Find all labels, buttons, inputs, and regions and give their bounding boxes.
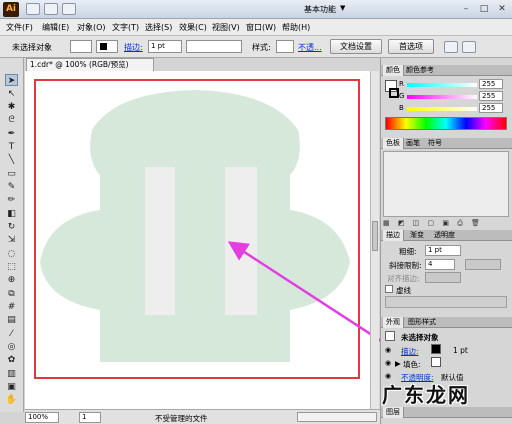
tab-color[interactable]: 颜色 — [383, 65, 404, 76]
appearance-panel-tabs: 外观 图形样式 — [381, 317, 512, 328]
align-stroke-label: 对齐描边: — [387, 274, 420, 283]
scroll-thumb[interactable] — [372, 221, 378, 251]
horizontal-scrollbar[interactable] — [297, 412, 377, 422]
miter-label: 斜接限制: — [389, 261, 422, 270]
color-panel-tabs: 颜色 颜色参考 — [381, 65, 512, 76]
appearance-title: 未选择对象 — [401, 333, 439, 342]
channel-b-value[interactable]: 255 — [479, 103, 503, 113]
fill-expand-icon[interactable]: ▶ — [395, 359, 401, 368]
channel-r-label: R — [399, 80, 404, 88]
appearance-fill-swatch[interactable] — [431, 357, 441, 367]
dash-fields[interactable] — [385, 296, 507, 308]
appearance-stroke-link[interactable]: 描边: — [401, 346, 419, 357]
watermark: 广东龙网 — [382, 383, 470, 407]
align-stroke-buttons[interactable] — [425, 272, 461, 283]
appearance-thumbnail — [385, 331, 395, 341]
status-message: 不受管理的文件 — [155, 414, 208, 423]
appearance-fill-label: 填色: — [403, 360, 421, 369]
tab-color-guide[interactable]: 颜色参考 — [403, 65, 437, 76]
miter-input[interactable]: 4 — [425, 259, 455, 270]
cap-buttons[interactable] — [465, 259, 501, 270]
swatch-panel-tabs: 色板 画笔 符号 — [381, 138, 512, 149]
color-spectrum[interactable] — [385, 117, 507, 130]
channel-r-slider[interactable] — [407, 83, 477, 87]
weight-label: 粗细: — [399, 247, 417, 256]
tab-swatches[interactable]: 色板 — [383, 138, 404, 149]
appearance-stroke-value: 1 pt — [453, 346, 468, 355]
stroke-visibility-eye-icon[interactable]: ◉ — [385, 346, 393, 354]
vertical-scrollbar[interactable] — [370, 71, 379, 409]
tab-symbols[interactable]: 符号 — [425, 138, 445, 149]
fill-visibility-eye-icon[interactable]: ◉ — [385, 359, 393, 367]
swatch-panel-footer: ▦ ◩ ◫ ▢ ▣ ⎙ 🗑 — [383, 219, 483, 227]
weight-input[interactable]: 1 pt — [425, 245, 461, 256]
stroke-color-box[interactable] — [389, 88, 399, 98]
green-shape[interactable] — [40, 90, 350, 362]
channel-r-value[interactable]: 255 — [479, 79, 503, 89]
channel-g-value[interactable]: 255 — [479, 91, 503, 101]
swatch-list[interactable] — [383, 151, 509, 217]
channel-b-slider[interactable] — [407, 107, 477, 111]
tab-stroke[interactable]: 描边 — [383, 230, 404, 241]
channel-g-slider[interactable] — [407, 95, 477, 99]
page-select[interactable]: 1 — [79, 412, 101, 423]
tab-transparency[interactable]: 透明度 — [431, 230, 458, 241]
tab-graphic-styles[interactable]: 图形样式 — [405, 317, 439, 328]
tab-brushes[interactable]: 画笔 — [403, 138, 423, 149]
zoom-select[interactable]: 100% — [25, 412, 59, 423]
panel-dock: 颜色 颜色参考 R 255 G 255 B 255 色板 画笔 符号 ▦ ◩ ◫… — [380, 58, 512, 424]
appearance-stroke-swatch[interactable] — [431, 344, 441, 354]
dashed-checkbox[interactable] — [385, 285, 393, 293]
tab-appearance[interactable]: 外观 — [383, 317, 404, 328]
channel-g-label: G — [399, 92, 405, 100]
tab-gradient[interactable]: 渐变 — [407, 230, 427, 241]
dashed-label: 虚线 — [396, 286, 411, 295]
right-slot — [225, 167, 257, 315]
left-slot — [145, 167, 175, 315]
channel-b-label: B — [399, 104, 404, 112]
status-bar: 100% 1 不受管理的文件 — [25, 409, 380, 424]
stroke-panel-tabs: 描边 渐变 透明度 — [381, 230, 512, 241]
